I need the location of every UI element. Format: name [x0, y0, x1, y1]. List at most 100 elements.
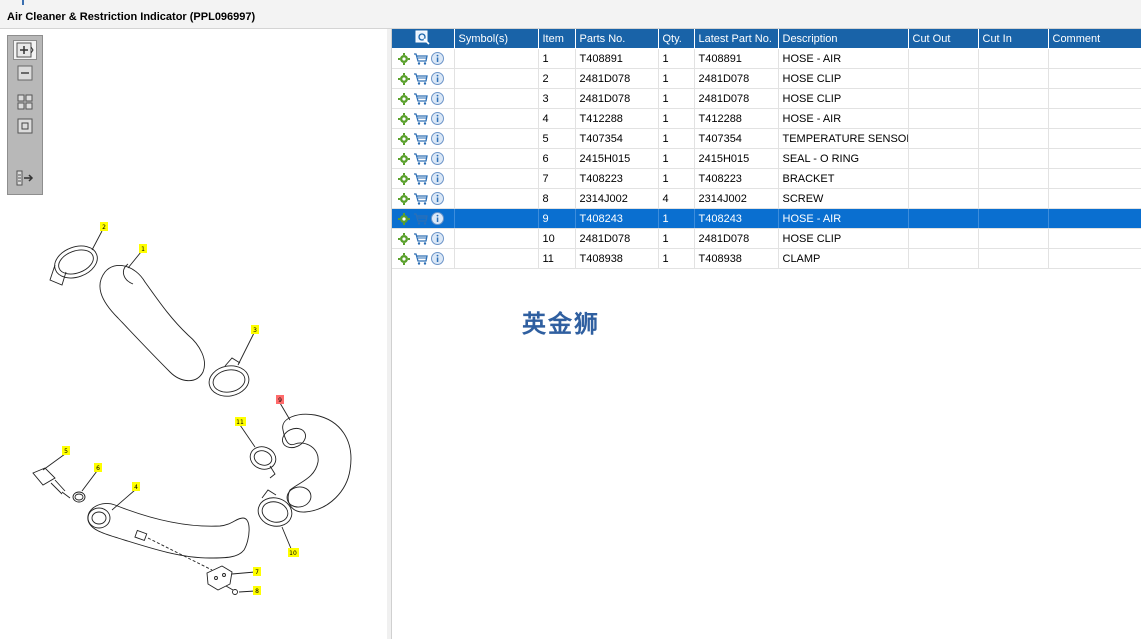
- info-icon[interactable]: [431, 212, 444, 225]
- zoom-in-icon: [16, 42, 34, 58]
- table-row[interactable]: 9 T408243 1 T408243 HOSE - AIR: [392, 208, 1141, 229]
- callout-9[interactable]: 9: [276, 395, 284, 404]
- table-row[interactable]: 2 2481D078 1 2481D078 HOSE CLIP: [392, 68, 1141, 89]
- zoom-out-button[interactable]: [13, 63, 37, 83]
- settings-icon[interactable]: [398, 172, 410, 185]
- callout-3[interactable]: 3: [251, 325, 259, 334]
- cart-icon[interactable]: [413, 52, 428, 65]
- callout-11[interactable]: 11: [235, 417, 246, 426]
- col-parts-no[interactable]: Parts No.: [575, 29, 659, 49]
- fit-all-button[interactable]: [13, 92, 37, 112]
- table-row[interactable]: 11 T408938 1 T408938 CLAMP: [392, 248, 1141, 269]
- cart-icon[interactable]: [413, 72, 428, 85]
- row-actions: [392, 148, 455, 169]
- info-icon[interactable]: [431, 132, 444, 145]
- cell-latest-part-no: T408243: [694, 208, 779, 229]
- callout-1[interactable]: 1: [139, 244, 147, 253]
- settings-icon[interactable]: [398, 252, 410, 265]
- settings-icon[interactable]: [398, 52, 410, 65]
- col-comment[interactable]: Comment: [1048, 29, 1141, 49]
- settings-icon[interactable]: [398, 72, 410, 85]
- col-item[interactable]: Item: [538, 29, 576, 49]
- cell-parts-no: 2481D078: [575, 68, 659, 89]
- search-parts-icon: [415, 30, 430, 45]
- cart-icon[interactable]: [413, 92, 428, 105]
- cell-comment: [1048, 168, 1141, 189]
- table-row[interactable]: 5 T407354 1 T407354 TEMPERATURE SENSOR: [392, 128, 1141, 149]
- zoom-in-button[interactable]: [13, 40, 37, 60]
- cell-description: HOSE CLIP: [778, 228, 909, 249]
- callout-5[interactable]: 5: [62, 446, 70, 455]
- table-row[interactable]: 1 T408891 1 T408891 HOSE - AIR: [392, 48, 1141, 69]
- row-actions: [392, 68, 455, 89]
- col-actions[interactable]: [392, 29, 455, 49]
- cell-cut-out: [908, 128, 979, 149]
- table-row[interactable]: 7 T408223 1 T408223 BRACKET: [392, 168, 1141, 189]
- info-icon[interactable]: [431, 252, 444, 265]
- callout-4[interactable]: 4: [132, 482, 140, 491]
- cell-parts-no: T408891: [575, 48, 659, 69]
- title-bar: Air Cleaner & Restriction Indicator (PPL…: [0, 8, 1141, 29]
- callout-7[interactable]: 7: [253, 567, 261, 576]
- settings-icon[interactable]: [398, 232, 410, 245]
- settings-icon[interactable]: [398, 192, 410, 205]
- cell-parts-no: 2481D078: [575, 88, 659, 109]
- table-row[interactable]: 3 2481D078 1 2481D078 HOSE CLIP: [392, 88, 1141, 109]
- cart-icon[interactable]: [413, 212, 428, 225]
- cell-comment: [1048, 128, 1141, 149]
- settings-icon[interactable]: [398, 112, 410, 125]
- cell-item: 9: [538, 208, 576, 229]
- export-button[interactable]: [13, 168, 37, 188]
- table-header-row: Symbol(s) Item Parts No. Qty. Latest Par…: [392, 29, 1141, 49]
- settings-icon[interactable]: [398, 92, 410, 105]
- parts-diagram[interactable]: 2 1 3 9 11 5 6 4 10 7 8: [0, 209, 387, 639]
- cart-icon[interactable]: [413, 192, 428, 205]
- callout-6[interactable]: 6: [94, 463, 102, 472]
- cell-description: HOSE - AIR: [778, 48, 909, 69]
- table-row[interactable]: 4 T412288 1 T412288 HOSE - AIR: [392, 108, 1141, 129]
- cell-qty: 1: [658, 168, 695, 189]
- info-icon[interactable]: [431, 152, 444, 165]
- info-icon[interactable]: [431, 72, 444, 85]
- cell-cut-in: [978, 208, 1049, 229]
- col-cut-out[interactable]: Cut Out: [908, 29, 979, 49]
- cart-icon[interactable]: [413, 132, 428, 145]
- callout-2[interactable]: 2: [100, 222, 108, 231]
- cell-comment: [1048, 228, 1141, 249]
- actual-size-button[interactable]: [13, 116, 37, 136]
- col-latest-part-no[interactable]: Latest Part No.: [694, 29, 779, 49]
- info-icon[interactable]: [431, 192, 444, 205]
- cell-latest-part-no: T408223: [694, 168, 779, 189]
- col-qty[interactable]: Qty.: [658, 29, 695, 49]
- info-icon[interactable]: [431, 172, 444, 185]
- cell-symbols: [454, 148, 539, 169]
- col-cut-in[interactable]: Cut In: [978, 29, 1049, 49]
- col-description[interactable]: Description: [778, 29, 909, 49]
- table-row[interactable]: 6 2415H015 1 2415H015 SEAL - O RING: [392, 148, 1141, 169]
- cart-icon[interactable]: [413, 232, 428, 245]
- cell-symbols: [454, 68, 539, 89]
- settings-icon[interactable]: [398, 152, 410, 165]
- info-icon[interactable]: [431, 232, 444, 245]
- settings-icon[interactable]: [398, 212, 410, 225]
- cell-item: 5: [538, 128, 576, 149]
- cart-icon[interactable]: [413, 172, 428, 185]
- cell-comment: [1048, 48, 1141, 69]
- info-icon[interactable]: [431, 52, 444, 65]
- cell-latest-part-no: T412288: [694, 108, 779, 129]
- info-icon[interactable]: [431, 112, 444, 125]
- callout-8[interactable]: 8: [253, 586, 261, 595]
- col-symbols[interactable]: Symbol(s): [454, 29, 539, 49]
- cart-icon[interactable]: [413, 152, 428, 165]
- table-row[interactable]: 8 2314J002 4 2314J002 SCREW: [392, 188, 1141, 209]
- cell-item: 3: [538, 88, 576, 109]
- cell-cut-out: [908, 248, 979, 269]
- table-row[interactable]: 10 2481D078 1 2481D078 HOSE CLIP: [392, 228, 1141, 249]
- row-actions: [392, 88, 455, 109]
- callout-10[interactable]: 10: [288, 548, 299, 557]
- info-icon[interactable]: [431, 92, 444, 105]
- row-actions: [392, 108, 455, 129]
- cart-icon[interactable]: [413, 252, 428, 265]
- cart-icon[interactable]: [413, 112, 428, 125]
- settings-icon[interactable]: [398, 132, 410, 145]
